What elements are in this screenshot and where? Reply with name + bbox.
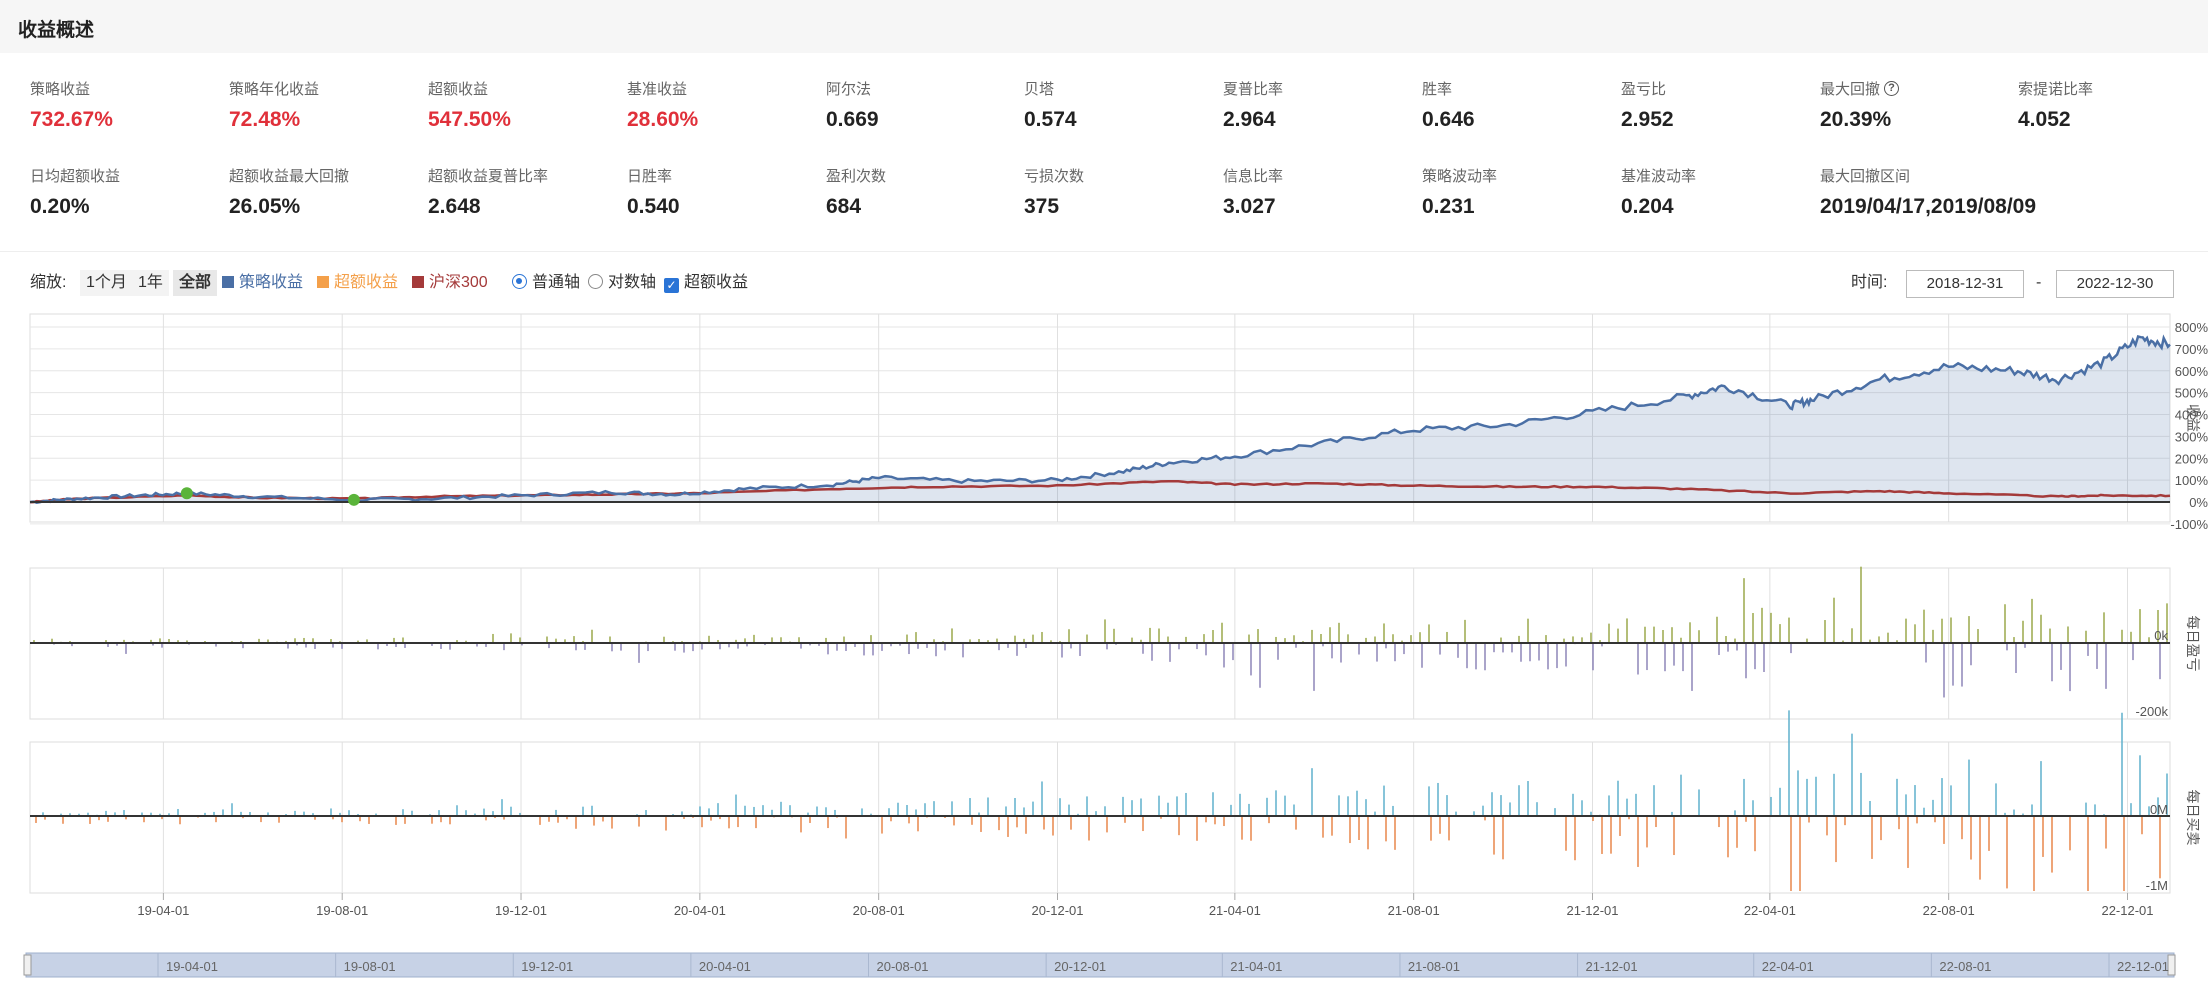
returns-chart[interactable]: 800%700%600%500%400%300%200%100%0%-100%收… — [29, 313, 2208, 532]
x-tick-label: 19-04-01 — [137, 903, 189, 918]
x-tick-label: 20-04-01 — [674, 903, 726, 918]
daily-trade-chart[interactable]: 0M -1M 每日买卖 — [29, 710, 2201, 894]
y-tick-label: 500% — [2175, 386, 2208, 401]
navigator-tick-label: 22-12-01 — [2117, 959, 2169, 974]
y-tick-label: 100% — [2175, 473, 2208, 488]
navigator-tick-label: 19-12-01 — [521, 959, 573, 974]
navigator-tick-label: 20-08-01 — [876, 959, 928, 974]
y-tick-label: 700% — [2175, 342, 2208, 357]
x-tick-label: 22-04-01 — [1744, 903, 1796, 918]
x-tick-label: 20-12-01 — [1031, 903, 1083, 918]
navigator-tick-label: 20-12-01 — [1054, 959, 1106, 974]
y-tick-label: -100% — [2170, 517, 2208, 532]
x-tick-label: 19-08-01 — [316, 903, 368, 918]
y-tick-label: 0M — [2150, 802, 2168, 817]
x-axis: 19-04-01 19-08-01 19-12-01 20-04-01 20-08-01… — [137, 893, 2154, 918]
y-axis-label: 每日盈亏 — [2185, 616, 2201, 672]
y-tick-label: 200% — [2175, 451, 2208, 466]
x-tick-label: 21-04-01 — [1209, 903, 1261, 918]
y-tick-label: 800% — [2175, 320, 2208, 335]
navigator-left-handle — [23, 954, 32, 976]
navigator-tick-label: 19-08-01 — [344, 959, 396, 974]
x-tick-label: 19-12-01 — [495, 903, 547, 918]
x-tick-label: 21-12-01 — [1566, 903, 1618, 918]
drawdown-marker — [347, 493, 360, 506]
navigator-tick-label: 21-04-01 — [1230, 959, 1282, 974]
strategy-area — [30, 336, 2170, 503]
plot-frame — [29, 741, 2171, 894]
y-tick-label: 0k — [2154, 628, 2168, 643]
range-navigator[interactable]: 19-04-01 19-08-01 19-12-01 20-04-01 20-08-01… — [23, 952, 2176, 978]
y-axis-label: 收益 — [2185, 404, 2201, 432]
x-tick-label: 20-08-01 — [853, 903, 905, 918]
daily-pnl-chart[interactable]: 0k -200k 每日盈亏 — [29, 566, 2201, 720]
drawdown-marker — [180, 487, 193, 500]
navigator-right-handle — [2167, 954, 2176, 976]
y-tick-label: -200k — [2135, 704, 2168, 719]
y-tick-label: 600% — [2175, 364, 2208, 379]
x-tick-label: 22-08-01 — [1923, 903, 1975, 918]
x-tick-label: 22-12-01 — [2101, 903, 2153, 918]
navigator-tick-label: 21-08-01 — [1408, 959, 1460, 974]
y-tick-label: -1M — [2146, 878, 2168, 893]
y-axis-label: 每日买卖 — [2185, 790, 2201, 846]
charts-svg: 800%700%600%500%400%300%200%100%0%-100%收… — [23, 313, 2208, 978]
y-tick-label: 0% — [2189, 495, 2208, 510]
navigator-tick-label: 22-04-01 — [1762, 959, 1814, 974]
x-tick-label: 21-08-01 — [1388, 903, 1440, 918]
navigator-tick-label: 19-04-01 — [166, 959, 218, 974]
navigator-tick-label: 22-08-01 — [1939, 959, 1991, 974]
navigator-tick-label: 20-04-01 — [699, 959, 751, 974]
navigator-tick-label: 21-12-01 — [1586, 959, 1638, 974]
